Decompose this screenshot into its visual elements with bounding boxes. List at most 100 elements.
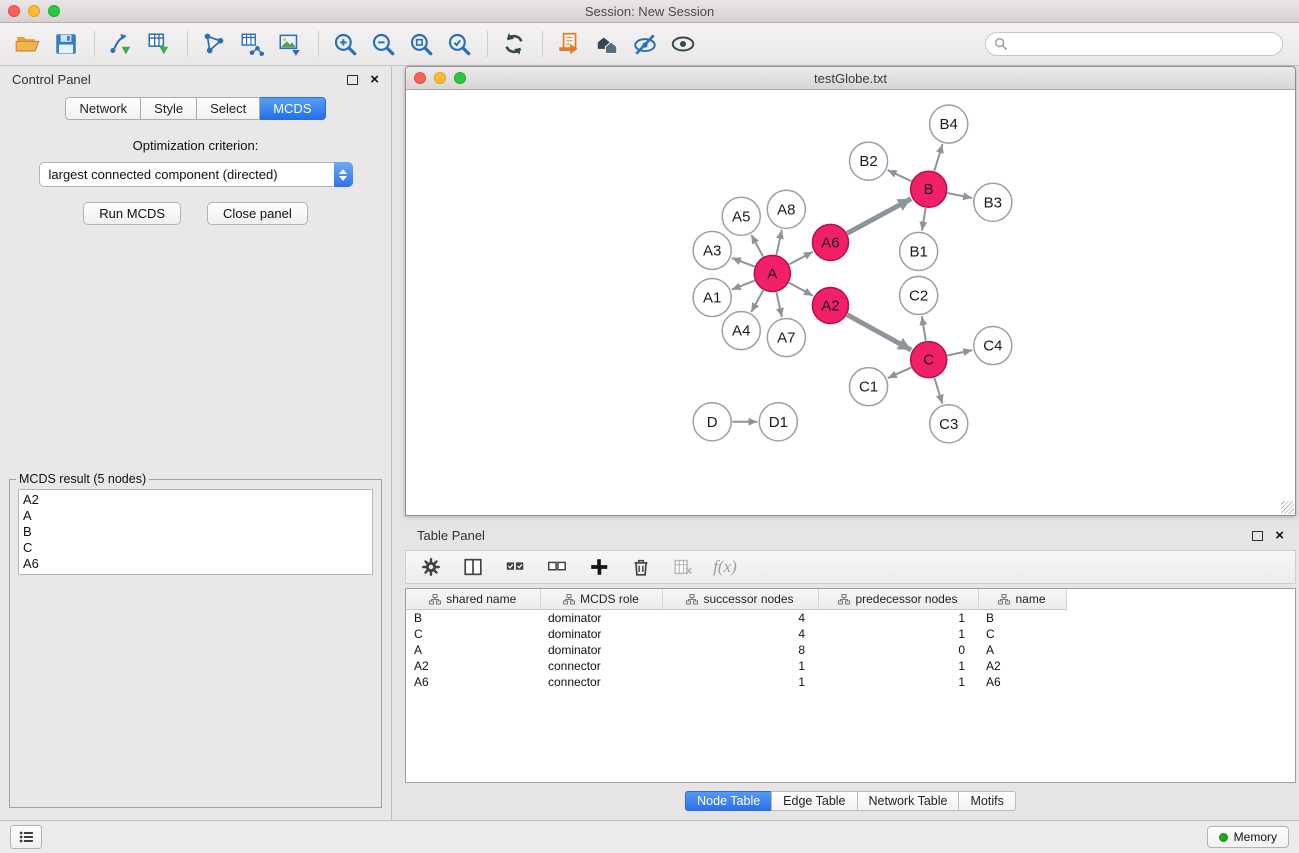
delete-rows-button[interactable] — [628, 554, 654, 580]
network-traffic-lights — [414, 72, 474, 84]
list-icon — [19, 831, 34, 843]
graph-edge-A-A2[interactable] — [789, 283, 813, 296]
mcds-result-item[interactable]: A2 — [19, 492, 372, 508]
memory-button[interactable]: Memory — [1207, 826, 1289, 848]
apply-layout-button[interactable] — [498, 28, 530, 60]
toolbar-separator — [94, 31, 95, 57]
zoom-in-button[interactable] — [329, 28, 361, 60]
select-all-rows-button[interactable] — [502, 554, 528, 580]
network-zoom-button[interactable] — [454, 72, 466, 84]
function-builder-button[interactable]: f(x) — [712, 554, 738, 580]
search-box[interactable] — [985, 32, 1283, 56]
zoom-selected-button[interactable] — [443, 28, 475, 60]
graph-edge-A-A6[interactable] — [789, 252, 813, 265]
table-panel-title: Table Panel — [417, 528, 485, 543]
export-image-icon — [277, 31, 303, 57]
graph-edge-A-A5[interactable] — [751, 235, 763, 257]
first-neighbors-button[interactable] — [553, 28, 585, 60]
hide-selected-button[interactable] — [629, 28, 661, 60]
network-close-button[interactable] — [414, 72, 426, 84]
zoom-fit-button[interactable] — [405, 28, 437, 60]
chevron-up-icon — [339, 169, 347, 174]
graph-edge-B-B4[interactable] — [934, 144, 942, 171]
import-table-button[interactable] — [143, 28, 175, 60]
tab-edge-table[interactable]: Edge Table — [771, 791, 857, 811]
graph-edge-A2-C[interactable] — [847, 315, 911, 350]
memory-label: Memory — [1234, 830, 1277, 844]
graph-edge-C-C2[interactable] — [922, 316, 926, 341]
application-window: Session: New Session — [0, 0, 1299, 853]
show-all-button[interactable] — [667, 28, 699, 60]
float-table-panel-icon[interactable] — [1252, 531, 1263, 541]
open-session-button[interactable] — [12, 28, 44, 60]
network-canvas[interactable]: B4B2BB3A8A5A6A3B1AC2A1A2A4A7C4CC1DD1C3 — [406, 90, 1295, 515]
resize-corner-icon[interactable] — [1281, 501, 1294, 514]
graph-edge-B-B3[interactable] — [947, 193, 972, 198]
graph-node-label-D: D — [707, 414, 718, 431]
graph-edge-A-A1[interactable] — [732, 281, 755, 290]
table-row[interactable]: A6connector11A6 — [406, 674, 1295, 690]
column-header-predecessor-nodes[interactable]: predecessor nodes — [818, 589, 978, 610]
graph-edge-C-C3[interactable] — [934, 378, 942, 404]
graph-edge-A6-B[interactable] — [847, 199, 911, 234]
first-neighbors-icon — [556, 31, 582, 57]
tab-network-table[interactable]: Network Table — [857, 791, 960, 811]
graph-node-label-A6: A6 — [821, 234, 839, 251]
export-image-button[interactable] — [274, 28, 306, 60]
graph-node-label-A2: A2 — [821, 298, 839, 315]
control-panel: Control Panel × Network Style Select MCD… — [0, 66, 392, 820]
table-settings-button[interactable] — [418, 554, 444, 580]
save-session-button[interactable] — [50, 28, 82, 60]
column-header-successor-nodes[interactable]: successor nodes — [662, 589, 818, 610]
tab-network[interactable]: Network — [65, 97, 141, 120]
graph-edge-C-C1[interactable] — [888, 367, 912, 378]
tab-style[interactable]: Style — [141, 97, 197, 120]
graph-edge-A-A4[interactable] — [751, 290, 763, 312]
home-button[interactable] — [591, 28, 623, 60]
mcds-result-item[interactable]: A6 — [19, 556, 372, 572]
close-panel-button[interactable]: Close panel — [207, 202, 308, 225]
import-network-button[interactable] — [105, 28, 137, 60]
tab-motifs[interactable]: Motifs — [958, 791, 1015, 811]
graph-edge-A-A3[interactable] — [732, 258, 755, 267]
delete-columns-button[interactable] — [670, 554, 696, 580]
minimize-window-button[interactable] — [28, 5, 40, 17]
table-row[interactable]: Adominator80A — [406, 642, 1295, 658]
criterion-dropdown[interactable]: largest connected component (directed) — [39, 162, 353, 187]
import-network-icon — [108, 31, 134, 57]
float-panel-icon[interactable] — [347, 75, 358, 85]
refresh-icon — [501, 31, 527, 57]
run-mcds-button[interactable]: Run MCDS — [83, 202, 181, 225]
network-minimize-button[interactable] — [434, 72, 446, 84]
show-columns-button[interactable] — [460, 554, 486, 580]
graph-edge-B-B2[interactable] — [888, 170, 912, 181]
graph-edge-C-C4[interactable] — [947, 350, 972, 355]
zoom-out-button[interactable] — [367, 28, 399, 60]
search-input[interactable] — [1013, 36, 1274, 53]
graph-edge-A-A8[interactable] — [776, 230, 781, 255]
tab-select[interactable]: Select — [197, 97, 260, 120]
add-row-button[interactable] — [586, 554, 612, 580]
mcds-result-item[interactable]: C — [19, 540, 372, 556]
mcds-result-item[interactable]: A — [19, 508, 372, 524]
column-header-shared-name[interactable]: shared name — [406, 589, 540, 610]
network-from-table-button[interactable] — [236, 28, 268, 60]
graph-edge-A-A7[interactable] — [776, 292, 781, 317]
new-network-button[interactable] — [198, 28, 230, 60]
deselect-all-rows-button[interactable] — [544, 554, 570, 580]
column-header-MCDS-role[interactable]: MCDS role — [540, 589, 662, 610]
table-row[interactable]: Cdominator41C — [406, 626, 1295, 642]
column-header-name[interactable]: name — [978, 589, 1066, 610]
trash-icon — [630, 556, 652, 578]
close-panel-icon[interactable]: × — [370, 74, 379, 86]
close-window-button[interactable] — [8, 5, 20, 17]
zoom-window-button[interactable] — [48, 5, 60, 17]
table-row[interactable]: A2connector11A2 — [406, 658, 1295, 674]
show-panels-button[interactable] — [10, 825, 42, 849]
graph-edge-B-B1[interactable] — [922, 208, 926, 231]
tab-node-table[interactable]: Node Table — [685, 791, 772, 811]
table-row[interactable]: Bdominator41B — [406, 610, 1295, 627]
close-table-panel-icon[interactable]: × — [1275, 530, 1284, 542]
tab-mcds[interactable]: MCDS — [260, 97, 325, 120]
mcds-result-item[interactable]: B — [19, 524, 372, 540]
